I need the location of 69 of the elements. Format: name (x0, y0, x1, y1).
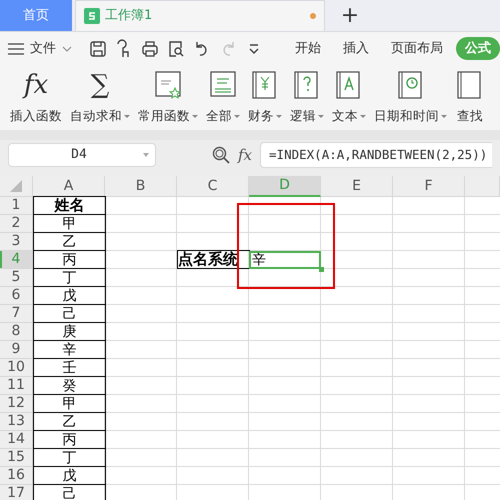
ribbon-button[interactable]: 文本 (332, 67, 366, 130)
ribbon-button[interactable]: 常用函数 (138, 67, 198, 130)
ribbon-tab[interactable]: 页面布局 (382, 36, 452, 60)
ribbon-tab[interactable]: 插入 (334, 36, 378, 60)
row-header[interactable]: 3 (0, 233, 33, 251)
dropdown-icon (143, 153, 149, 157)
column-header[interactable]: F (393, 176, 465, 197)
ribbon-button[interactable]: fx 插入函数 (10, 67, 62, 130)
file-menu[interactable]: 文件 (8, 38, 72, 58)
table-cell[interactable]: 丙 (33, 250, 106, 269)
row-header[interactable]: 2 (0, 215, 33, 233)
ribbon-button[interactable]: 逻辑 (290, 67, 324, 130)
print-icon[interactable] (140, 38, 160, 58)
name-box[interactable]: D4 (8, 143, 156, 167)
formula-field[interactable]: =INDEX(A:A,RANDBETWEEN(2,25)) (260, 142, 492, 168)
ribbon-button[interactable]: 全部 (206, 67, 240, 130)
row-header[interactable]: 12 (0, 395, 33, 413)
table-cell[interactable]: 戊 (33, 466, 106, 485)
table-cell[interactable]: 丁 (33, 448, 106, 467)
row-header[interactable]: 13 (0, 413, 33, 431)
row-header[interactable]: 15 (0, 449, 33, 467)
column-header[interactable]: E (321, 176, 393, 197)
table-cell[interactable]: 乙 (33, 412, 106, 431)
insert-function-button[interactable]: fx (238, 144, 252, 166)
function-symbol: fx (24, 72, 48, 98)
spreadsheet-icon (84, 8, 100, 24)
fill-handle[interactable] (319, 267, 324, 272)
ribbon-button[interactable]: 财务 (248, 67, 282, 130)
row-header[interactable]: 5 (0, 269, 33, 287)
row-header[interactable]: 8 (0, 323, 33, 341)
row-header[interactable]: 11 (0, 377, 33, 395)
ribbon-button[interactable]: 日期和时间 (374, 67, 447, 130)
table-cell[interactable]: 己 (33, 304, 106, 323)
table-cell[interactable]: 辛 (33, 340, 106, 359)
column-header[interactable]: A (33, 176, 105, 197)
table-cell[interactable]: 乙 (33, 232, 106, 251)
row-header[interactable]: 16 (0, 467, 33, 485)
menu-icon (8, 42, 24, 54)
new-tab-button[interactable]: + (325, 0, 375, 31)
chevron-icon (62, 46, 72, 52)
table-cell[interactable]: 姓名 (33, 196, 106, 215)
row-header[interactable]: 10 (0, 359, 33, 377)
table-cell[interactable]: 辛 (249, 251, 321, 269)
table-cell[interactable]: 壬 (33, 358, 106, 377)
row-header[interactable]: 6 (0, 287, 33, 305)
ribbon-button[interactable]: ∑ 自动求和 (70, 67, 130, 130)
table-cell[interactable]: 点名系统 (177, 250, 250, 269)
ribbon-button[interactable]: 查找 (455, 67, 485, 130)
row-header[interactable]: 1 (0, 197, 33, 215)
table-cell[interactable]: 癸 (33, 376, 106, 395)
sum-symbol: ∑ (90, 72, 110, 98)
table-cell[interactable]: 丙 (33, 430, 106, 449)
save-icon[interactable] (88, 38, 108, 58)
corner-triangle-icon (10, 180, 22, 192)
row-header[interactable]: 17 (0, 485, 33, 500)
zoom-icon[interactable] (212, 146, 230, 164)
row-header[interactable]: 9 (0, 341, 33, 359)
table-cell[interactable]: 丁 (33, 268, 106, 287)
table-cell[interactable]: 己 (33, 484, 106, 500)
table-cell[interactable]: 庚 (33, 322, 106, 341)
table-cell[interactable]: 甲 (33, 214, 106, 233)
table-cell[interactable]: 戊 (33, 286, 106, 305)
column-header[interactable]: B (105, 176, 177, 197)
row-header[interactable]: 14 (0, 431, 33, 449)
ribbon-tab[interactable]: 开始 (286, 36, 330, 60)
column-header[interactable]: C (177, 176, 249, 197)
row-header[interactable]: 7 (0, 305, 33, 323)
table-cell[interactable]: 甲 (33, 394, 106, 413)
function-star-icon (153, 69, 183, 101)
